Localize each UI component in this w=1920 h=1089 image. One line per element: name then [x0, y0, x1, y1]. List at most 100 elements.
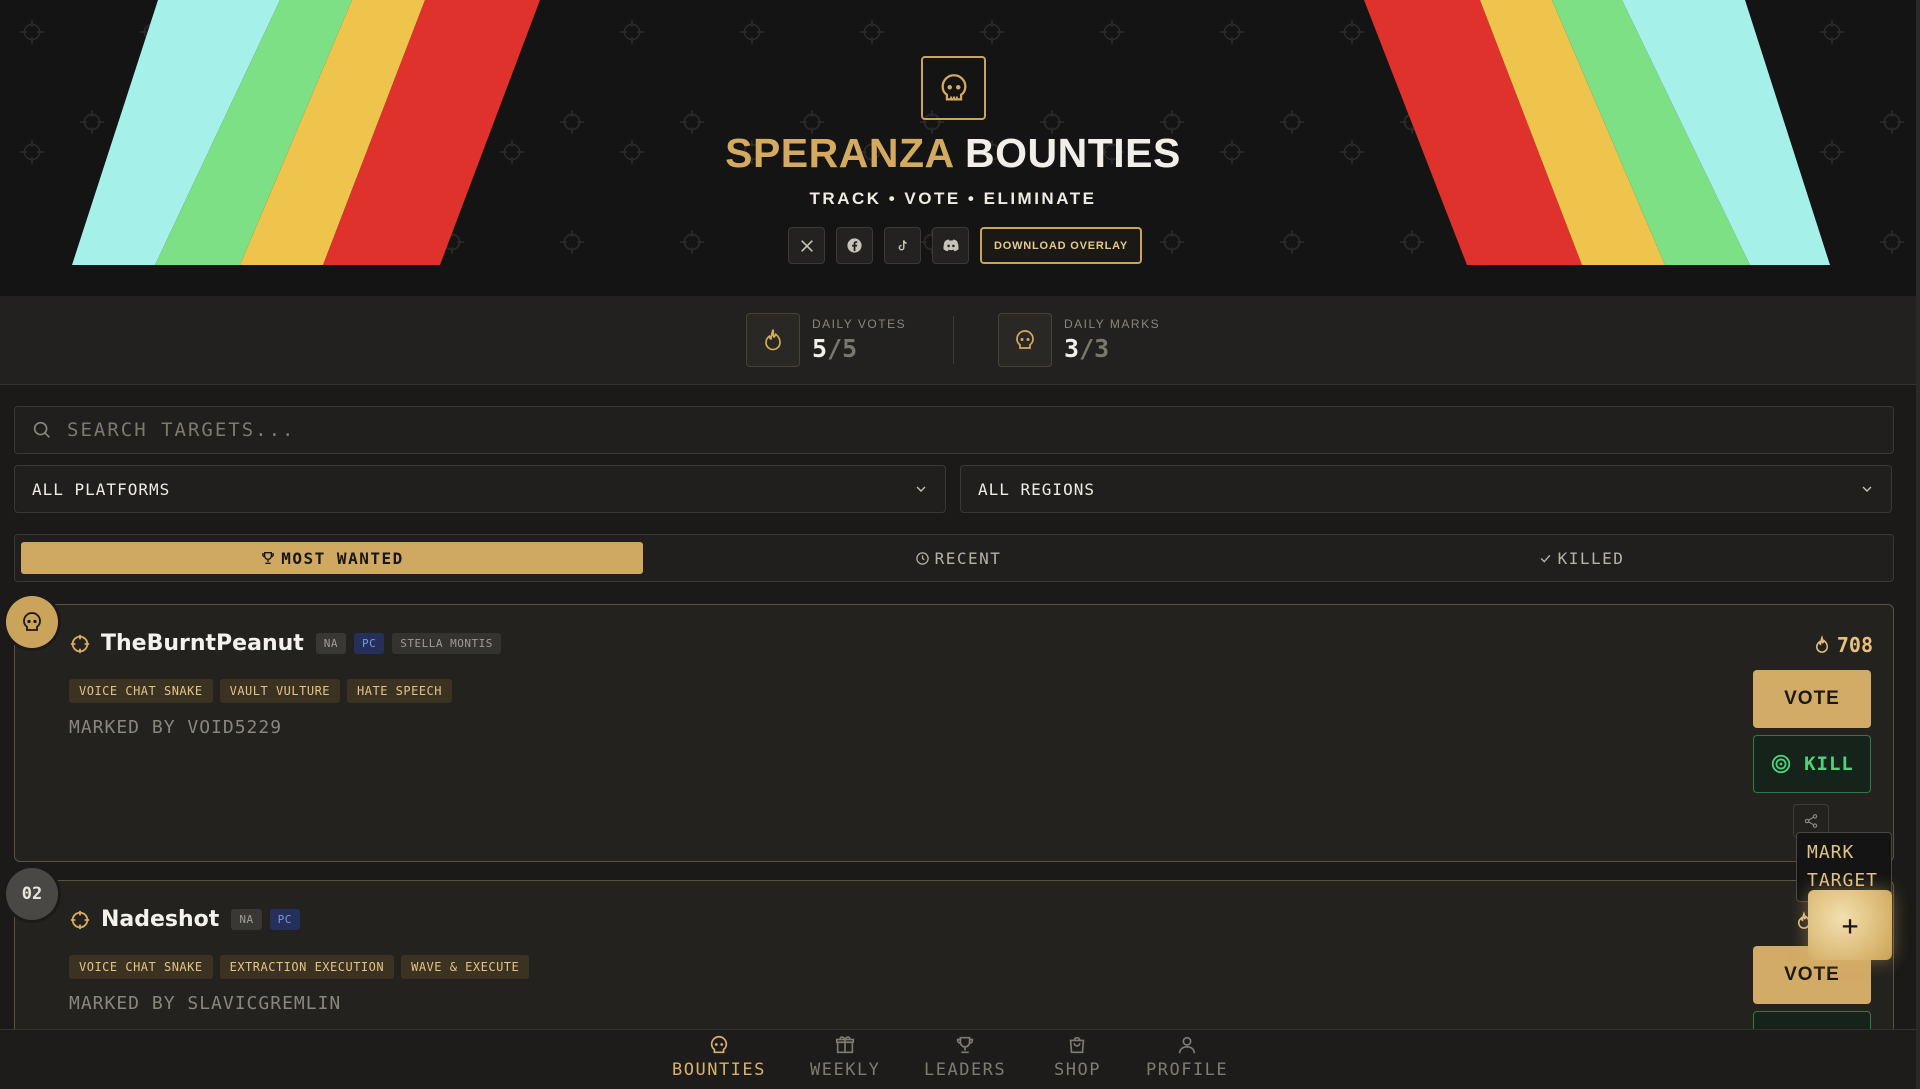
user-icon: [1178, 1036, 1196, 1054]
tagline: TRACK • VOTE • ELIMINATE: [809, 189, 1097, 208]
crosshair-pattern-icon: [740, 20, 764, 44]
trophy-icon: [262, 552, 275, 564]
vote-count-value: 708: [1836, 633, 1873, 657]
crosshair-pattern-icon: [980, 20, 1004, 44]
download-overlay-button[interactable]: DOWNLOAD OVERLAY: [980, 227, 1143, 264]
region-badge: NA: [315, 633, 347, 654]
skull-icon: [23, 612, 41, 631]
platform-select[interactable]: ALL PLATFORMS: [14, 465, 946, 513]
tab-label: RECENT: [934, 548, 1002, 568]
social-links: DOWNLOAD OVERLAY: [788, 227, 1143, 264]
offense-tag: VOICE CHAT SNAKE: [69, 955, 213, 979]
flame-icon: [1815, 635, 1828, 653]
trophy-icon: [956, 1036, 974, 1054]
share-icon: [1804, 814, 1818, 828]
tab-label: KILLED: [1557, 548, 1625, 568]
rank-badge: [6, 596, 58, 648]
crosshair-pattern-icon: [560, 230, 584, 254]
hero-banner: SPERANZA BOUNTIES TRACK • VOTE • ELIMINA…: [0, 0, 1916, 296]
tab-recent[interactable]: RECENT: [647, 542, 1269, 574]
scrollbar[interactable]: [1916, 0, 1920, 1089]
map-badge: STELLA MONTIS: [392, 633, 501, 654]
x-icon: [800, 239, 813, 252]
facebook-icon: [847, 238, 862, 253]
stats-divider: [953, 316, 954, 364]
nav-label: LEADERS: [924, 1060, 1007, 1080]
search-bar: [14, 406, 1894, 454]
search-input[interactable]: [67, 419, 1767, 441]
discord-icon: [942, 239, 959, 252]
offense-tag: WAVE & EXECUTE: [401, 955, 530, 979]
target-icon: [1771, 754, 1791, 774]
crosshair-pattern-icon: [860, 20, 884, 44]
offense-tag: VOICE CHAT SNAKE: [69, 679, 213, 703]
nav-label: PROFILE: [1146, 1060, 1229, 1080]
sort-tabs: MOST WANTED RECENT KILLED: [14, 534, 1894, 582]
nav-shop[interactable]: SHOP: [1054, 1034, 1101, 1080]
crosshair-pattern-icon: [680, 230, 704, 254]
nav-leaders[interactable]: LEADERS: [924, 1034, 1006, 1080]
check-icon: [1540, 554, 1550, 563]
mark-target-button[interactable]: +: [1808, 890, 1892, 960]
daily-marks-value: 3/3: [1064, 334, 1110, 363]
offense-tag: VAULT VULTURE: [219, 679, 341, 703]
logo: [921, 56, 986, 120]
offense-tag: HATE SPEECH: [347, 679, 452, 703]
rank-badge: 02: [6, 868, 58, 920]
clock-icon: [915, 551, 929, 565]
vote-button[interactable]: VOTE: [1753, 670, 1871, 728]
kill-button[interactable]: KILL: [1753, 735, 1871, 793]
tiktok-link-button[interactable]: [884, 227, 921, 264]
crosshair-pattern-icon: [1160, 230, 1184, 254]
x-link-button[interactable]: [788, 227, 825, 264]
offense-tags: VOICE CHAT SNAKE EXTRACTION EXECUTION WA…: [69, 955, 530, 979]
daily-votes-stat: DAILY VOTES 5/5: [746, 313, 906, 367]
platform-select-value: ALL PLATFORMS: [32, 479, 171, 499]
platform-badge: PC: [269, 909, 300, 930]
skull-icon: [998, 313, 1052, 367]
facebook-link-button[interactable]: [836, 227, 873, 264]
daily-votes-label: DAILY VOTES: [812, 317, 907, 331]
crosshair-pattern-icon: [620, 20, 644, 44]
tab-killed[interactable]: KILLED: [1271, 542, 1891, 574]
search-icon: [33, 421, 50, 438]
daily-marks-stat: DAILY MARKS 3/3: [998, 313, 1160, 367]
daily-votes-value: 5/5: [812, 334, 858, 363]
target-card[interactable]: TheBurntPeanut NA PC STELLA MONTIS VOICE…: [14, 604, 1894, 862]
marked-by-text: MARKED BY VOID5229: [69, 717, 283, 738]
nav-label: SHOP: [1054, 1060, 1101, 1080]
shopping-bag-icon: [1070, 1036, 1085, 1054]
offense-tags: VOICE CHAT SNAKE VAULT VULTURE HATE SPEE…: [69, 679, 452, 703]
target-name[interactable]: Nadeshot: [101, 907, 219, 932]
nav-profile[interactable]: PROFILE: [1146, 1034, 1228, 1080]
target-header: TheBurntPeanut NA PC STELLA MONTIS: [69, 631, 509, 656]
region-select-value: ALL REGIONS: [978, 479, 1095, 499]
daily-marks-label: DAILY MARKS: [1064, 317, 1161, 331]
offense-tag: EXTRACTION EXECUTION: [219, 955, 395, 979]
marked-by-text: MARKED BY SLAVICGREMLIN: [69, 993, 342, 1014]
discord-link-button[interactable]: [932, 227, 969, 264]
crosshair-icon: [70, 910, 90, 929]
bottom-navigation: BOUNTIES WEEKLY LEADERS SHOP PROFILE: [0, 1029, 1916, 1089]
nav-label: BOUNTIES: [672, 1060, 766, 1080]
crosshair-icon: [70, 634, 90, 653]
nav-weekly[interactable]: WEEKLY: [810, 1034, 880, 1080]
region-badge: NA: [231, 909, 262, 930]
platform-badge: PC: [354, 633, 385, 654]
chevron-down-icon: [1862, 486, 1872, 492]
title-gold: SPERANZA: [725, 130, 954, 176]
crosshair-pattern-icon: [1280, 230, 1304, 254]
daily-stats-bar: DAILY VOTES 5/5 DAILY MARKS 3/3: [0, 296, 1916, 385]
flame-icon: [746, 313, 800, 367]
kill-label: KILL: [1804, 753, 1854, 775]
target-name[interactable]: TheBurntPeanut: [101, 631, 304, 656]
region-select[interactable]: ALL REGIONS: [960, 465, 1892, 513]
nav-bounties[interactable]: BOUNTIES: [672, 1034, 766, 1080]
tiktok-icon: [898, 239, 907, 250]
tooltip-line: MARK: [1807, 842, 1855, 863]
tab-most-wanted[interactable]: MOST WANTED: [21, 542, 643, 574]
skull-icon: [941, 74, 966, 101]
tab-label: MOST WANTED: [281, 548, 404, 568]
vote-count: 708: [1813, 633, 1873, 657]
gift-icon: [836, 1036, 855, 1054]
